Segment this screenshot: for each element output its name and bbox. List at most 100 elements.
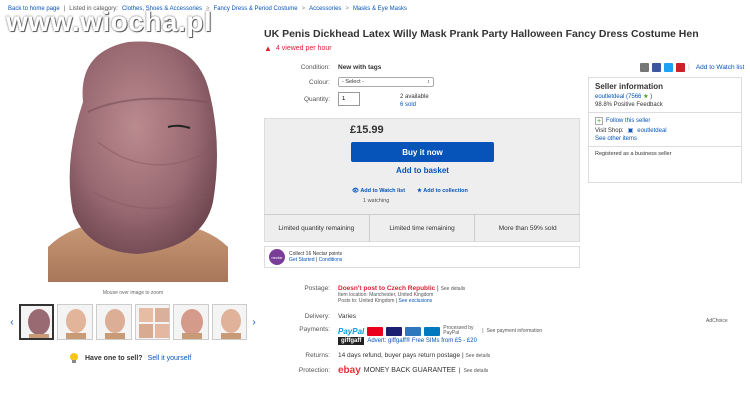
seller-heading: Seller information [595,82,664,91]
thumbnail[interactable] [18,304,55,340]
condition-row: Condition: New with tags [264,64,382,71]
star-icon: ★ [643,94,649,100]
price: £15.99 [350,124,384,136]
giffgaff-advert-link[interactable]: Advert: giffgaff® Free SIMs from £5 - £2… [367,338,477,344]
maestro-icon [424,326,441,336]
protection-see-details-link[interactable]: See details [464,368,489,374]
postage-see-details-link[interactable]: See details [441,286,466,292]
plus-icon: + [595,117,603,125]
twitter-icon[interactable] [664,63,673,72]
feedback-count-link[interactable]: (7566 [626,94,641,100]
nectar-conditions-link[interactable]: Conditions [319,257,343,263]
seller-name-link[interactable]: eoutletdeal [595,94,624,100]
add-to-basket-button[interactable]: Add to basket [351,166,494,175]
payments-label: Payments: [299,326,330,333]
sold-count-link[interactable]: 6 sold [400,101,429,109]
have-one-to-sell: Have one to sell? Sell it yourself [68,352,191,364]
have-one-text: Have one to sell? [85,354,143,362]
divider: | [688,64,690,71]
delivery-label: Delivery: [304,313,330,320]
see-exclusions-link[interactable]: See exclusions [399,298,433,304]
lightbulb-icon [70,353,78,363]
buy-it-now-button[interactable]: Buy it now [351,142,494,162]
watching-count: 1 watching [363,198,390,204]
payments-row: Payments: PayPal Processed by PayPal | S… [264,326,542,345]
follow-seller-button[interactable]: + Follow this seller [595,117,735,125]
returns-label: Returns: [305,352,330,359]
feedback-close: ) [650,94,653,100]
delivery-value: Varies [338,313,356,320]
facebook-icon[interactable] [652,63,661,72]
delivery-row: Delivery: Varies [264,313,356,320]
availability: 2 available 6 sold [400,93,429,109]
colour-row: Colour: - Select - ↕ [264,77,434,87]
money-back-guarantee: MONEY BACK GUARANTEE [363,367,456,374]
thumb-next-icon[interactable]: › [250,317,258,328]
visa-icon [386,326,403,336]
nectar-get-started-link[interactable]: Get Started [289,257,315,263]
nectar-logo: nectar [269,249,285,265]
stat-limited-quantity: Limited quantity remaining [264,215,370,242]
adchoice-link[interactable]: AdChoice [706,318,728,324]
email-icon[interactable] [640,63,649,72]
amex-icon [405,326,422,336]
viewed-text: 4 viewed per hour [275,45,332,52]
shop-icon: ▣ [627,128,634,134]
see-other-items-link[interactable]: See other items [595,136,735,142]
thumbnail[interactable] [173,304,209,340]
breadcrumb-item[interactable]: Fancy Dress & Period Costume [214,6,298,12]
pinterest-icon[interactable] [676,63,685,72]
processed-by-paypal: Processed by PayPal [443,325,474,336]
returns-see-details-link[interactable]: See details [465,353,490,359]
breadcrumb-item[interactable]: Masks & Eye Masks [353,6,407,12]
thumbnail[interactable] [57,304,93,340]
returns-row: Returns: 14 days refund, buyer pays retu… [264,352,490,359]
thumbnail-strip: ‹ › [8,302,258,342]
add-to-watch-list-button[interactable]: 👁 Add to Watch list [352,188,405,194]
shop-link[interactable]: eoutletdeal [637,128,666,134]
posts-to: Posts to: United Kingdom [338,298,395,304]
quantity-row: Quantity: [264,92,360,106]
thumb-prev-icon[interactable]: ‹ [8,317,16,328]
business-seller-note: Registered as a business seller [595,151,672,157]
sell-it-yourself-link[interactable]: Sell it yourself [148,355,192,362]
mastercard-icon [367,326,384,336]
see-payment-info-link[interactable]: See payment information [487,328,543,334]
postage-value: Doesn't post to Czech Republic [338,285,436,292]
ebay-logo: ebay [338,365,361,376]
giffgaff-logo: giffgaff [338,337,365,345]
condition-value: New with tags [338,64,382,71]
thumbnail[interactable] [95,304,132,340]
stat-percent-sold: More than 59% sold [498,225,557,232]
available-count: 2 available [400,94,429,100]
watch-collection-row: 👁 Add to Watch list ★ Add to collection [352,188,468,194]
protection-row: Protection: ebay MONEY BACK GUARANTEE | … [264,365,488,376]
stat-limited-time: Limited time remaining [370,215,476,242]
viewed-per-hour: ▲ 4 viewed per hour [264,44,332,53]
zoom-caption: Mouse over image to zoom [102,290,164,296]
thumbnail[interactable] [134,304,171,340]
colour-select[interactable]: - Select - ↕ [338,77,434,87]
colour-label: Colour: [309,78,330,86]
flame-icon: ▲ [264,44,272,53]
product-main-image[interactable] [8,32,258,282]
breadcrumb-separator: > [345,6,349,12]
page-title: UK Penis Dickhead Latex Willy Mask Prank… [264,28,699,40]
postage-label: Postage: [304,285,330,292]
paypal-logo: PayPal [338,326,365,336]
returns-value: 14 days refund, buyer pays return postag… [338,352,461,359]
quantity-input[interactable] [338,92,360,106]
thumbnail[interactable] [211,304,248,340]
nectar-box: nectar Collect 16 Nectar points Get Star… [264,246,580,268]
add-to-watch-list-link[interactable]: Add to Watch list [696,64,745,71]
add-to-collection-button[interactable]: ★ Add to collection [417,188,468,194]
visit-shop-label: Visit Shop: [595,127,624,134]
protection-label: Protection: [298,367,330,374]
watermark: www.wiocha.pl [6,6,213,37]
condition-label: Condition: [300,64,330,71]
breadcrumb-separator: > [301,6,306,12]
quantity-label: Quantity: [303,95,330,103]
breadcrumb-item[interactable]: Accessories [309,6,341,12]
chevron-down-icon: ↕ [427,79,430,85]
colour-select-value: - Select - [342,79,365,85]
